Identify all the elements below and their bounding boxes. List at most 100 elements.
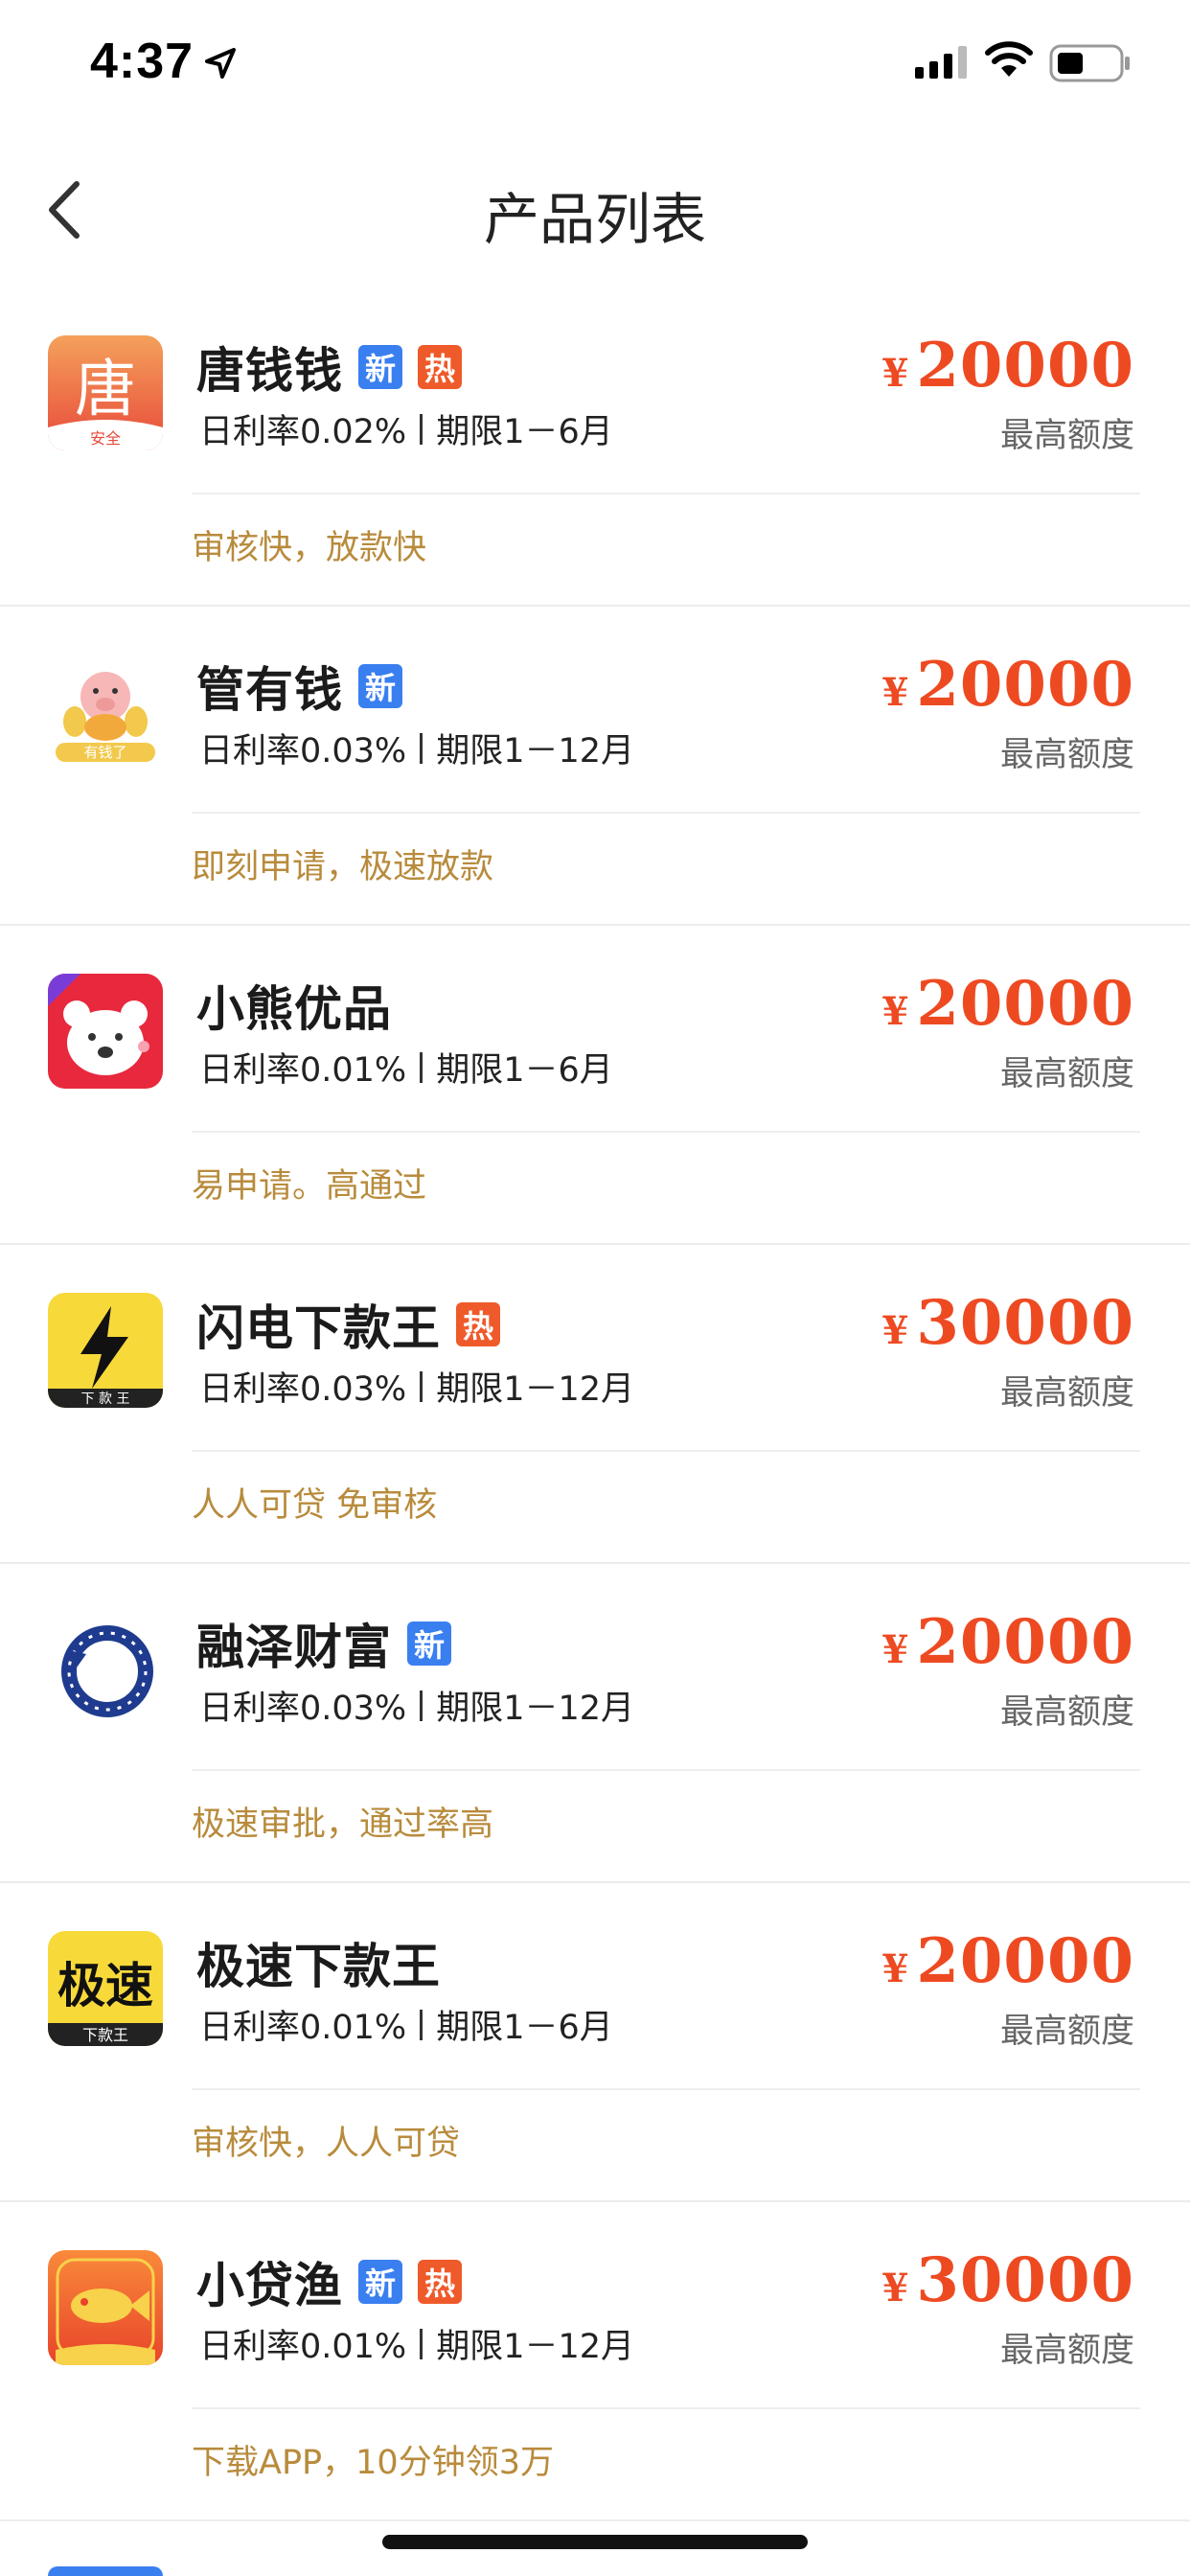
name-row: 唐钱钱 新 热 xyxy=(196,335,462,399)
currency-symbol: ¥ xyxy=(881,1946,909,1991)
rate-row: 日利率0.01% 期限1－6月 xyxy=(199,2000,613,2049)
max-amount: ¥ 20000 xyxy=(882,1925,1135,1997)
divider xyxy=(192,493,1140,494)
tag-new: 新 xyxy=(407,1622,451,1666)
bear-logo-icon xyxy=(48,974,163,1089)
amount-label: 最高额度 xyxy=(999,417,1134,455)
name-row: 小贷渔 新 热 xyxy=(196,2250,462,2313)
daily-rate: 日利率0.03% xyxy=(199,1690,407,1728)
daily-rate: 日利率0.01% xyxy=(199,1051,407,1090)
divider xyxy=(192,812,1140,814)
divider xyxy=(192,2088,1140,2090)
product-slogan: 下载APP，10分钟领3万 xyxy=(192,2444,554,2482)
rate-row: 日利率0.03% 期限1－12月 xyxy=(199,724,634,772)
product-card[interactable]: 有钱了 管有钱 新 日利率0.03% 期限1－12月 ¥ 20000 最高额度 … xyxy=(0,607,1190,926)
battery-icon xyxy=(1049,44,1130,82)
name-row: 管有钱 新 xyxy=(196,655,402,718)
amount-value: 20000 xyxy=(916,649,1134,721)
product-card[interactable]: 下 款 王 闪电下款王 热 日利率0.03% 期限1－12月 ¥ 30000 最… xyxy=(0,1245,1190,1564)
max-amount: ¥ 20000 xyxy=(882,968,1135,1040)
status-time: 4:37 xyxy=(90,34,195,89)
loan-term: 期限1－12月 xyxy=(436,732,634,770)
divider xyxy=(192,1131,1140,1133)
rate-row: 日利率0.01% 期限1－6月 xyxy=(199,1043,613,1092)
amount-label: 最高额度 xyxy=(999,736,1134,774)
nav-bar: 产品列表 xyxy=(0,144,1190,278)
separator xyxy=(420,1370,423,1402)
svg-text:极速: 极速 xyxy=(57,1958,153,2013)
wifi-icon xyxy=(985,41,1033,77)
currency-symbol: ¥ xyxy=(881,1627,909,1672)
svg-text:唐: 唐 xyxy=(75,355,136,426)
max-amount: ¥ 30000 xyxy=(882,1287,1135,1359)
cellular-signal-icon xyxy=(915,46,967,79)
amount-label: 最高额度 xyxy=(999,1374,1134,1413)
separator xyxy=(420,1690,423,1721)
divider xyxy=(192,1769,1140,1771)
product-name: 小贷渔 xyxy=(196,2258,343,2313)
page-title: 产品列表 xyxy=(483,187,706,252)
product-slogan: 审核快，放款快 xyxy=(192,529,427,567)
amount-value: 20000 xyxy=(916,1606,1134,1678)
separator xyxy=(420,413,423,445)
amount-label: 最高额度 xyxy=(999,1693,1134,1732)
product-card[interactable]: 极速 下款王 极速下款王 日利率0.01% 期限1－6月 ¥ 20000 最高额… xyxy=(0,1883,1190,2202)
separator xyxy=(420,1051,423,1083)
product-slogan: 人人可贷 免审核 xyxy=(192,1486,438,1525)
currency-symbol: ¥ xyxy=(881,670,909,715)
daily-rate: 日利率0.03% xyxy=(199,732,407,770)
svg-text:下款王: 下款王 xyxy=(82,2026,128,2044)
svg-text:下 款 王: 下 款 王 xyxy=(81,1392,130,1407)
daily-rate: 日利率0.03% xyxy=(199,1370,407,1409)
currency-symbol: ¥ xyxy=(881,989,909,1034)
loan-term: 期限1－12月 xyxy=(436,1370,634,1409)
rate-row: 日利率0.03% 期限1－12月 xyxy=(199,1362,634,1411)
rate-row: 日利率0.03% 期限1－12月 xyxy=(199,1681,634,1730)
svg-text:安全: 安全 xyxy=(90,429,121,448)
product-name: 融泽财富 xyxy=(196,1620,392,1675)
location-arrow-icon xyxy=(205,48,236,79)
pig-logo-icon: 有钱了 xyxy=(48,655,163,770)
product-card[interactable]: 融泽财富 新 日利率0.03% 期限1－12月 ¥ 20000 最高额度 极速审… xyxy=(0,1564,1190,1883)
tag-hot: 热 xyxy=(418,345,462,389)
currency-symbol: ¥ xyxy=(881,1308,909,1353)
tag-new: 新 xyxy=(358,2260,402,2304)
loan-term: 期限1－6月 xyxy=(436,1051,613,1090)
daily-rate: 日利率0.01% xyxy=(199,2328,407,2366)
loan-term: 期限1－12月 xyxy=(436,2328,634,2366)
tag-hot: 热 xyxy=(418,2260,462,2304)
next-product-logo-peek xyxy=(48,2566,163,2576)
currency-symbol: ¥ xyxy=(881,2266,909,2311)
product-name: 闪电下款王 xyxy=(196,1300,441,1356)
jisu-logo-icon: 极速 下款王 xyxy=(48,1931,163,2046)
tag-new: 新 xyxy=(358,664,402,708)
currency-symbol: ¥ xyxy=(881,351,909,396)
separator xyxy=(420,2328,423,2359)
separator xyxy=(420,732,423,764)
divider xyxy=(192,1450,1140,1452)
product-slogan: 审核快，人人可贷 xyxy=(192,2125,461,2163)
product-card[interactable]: 唐 安全 唐钱钱 新 热 日利率0.02% 期限1－6月 ¥ 20000 最高额… xyxy=(0,288,1190,607)
home-indicator[interactable] xyxy=(382,2535,808,2549)
status-bar: 4:37 xyxy=(0,0,1190,125)
product-card[interactable]: 小贷渔 新 热 日利率0.01% 期限1－12月 ¥ 30000 最高额度 下载… xyxy=(0,2202,1190,2521)
product-card[interactable]: 小熊优品 日利率0.01% 期限1－6月 ¥ 20000 最高额度 易申请。高通… xyxy=(0,926,1190,1245)
loan-term: 期限1－6月 xyxy=(436,2009,613,2047)
product-name: 小熊优品 xyxy=(196,981,392,1037)
amount-value: 30000 xyxy=(916,1287,1134,1359)
amount-value: 20000 xyxy=(916,330,1134,402)
amount-label: 最高额度 xyxy=(999,2332,1134,2370)
product-name: 唐钱钱 xyxy=(196,343,343,399)
daily-rate: 日利率0.02% xyxy=(199,413,407,451)
tang-logo-icon: 唐 安全 xyxy=(48,335,163,450)
name-row: 融泽财富 新 xyxy=(196,1612,451,1675)
tag-new: 新 xyxy=(358,345,402,389)
ring-logo-icon xyxy=(48,1612,163,1727)
amount-label: 最高额度 xyxy=(999,2012,1134,2051)
screen: 4:37 产品列表 唐 安全 唐钱钱 新 热 日利率0.02% 期限1－6月 ¥… xyxy=(0,0,1190,2576)
amount-value: 20000 xyxy=(916,1925,1134,1997)
name-row: 极速下款王 xyxy=(196,1931,441,1994)
max-amount: ¥ 20000 xyxy=(882,649,1135,721)
max-amount: ¥ 30000 xyxy=(882,2244,1135,2316)
loan-term: 期限1－12月 xyxy=(436,1690,634,1728)
